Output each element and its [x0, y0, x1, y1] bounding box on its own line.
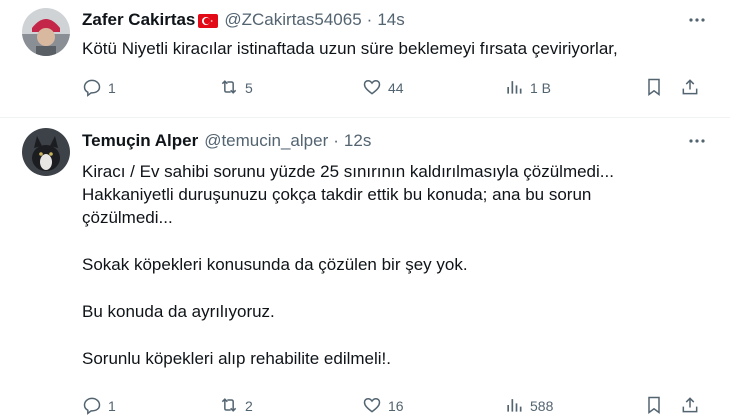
- reply-icon: [82, 77, 102, 100]
- action-bar: 1 5 44 1 B: [82, 77, 702, 99]
- tweet-text: Kiracı / Ev sahibi sorunu yüzde 25 sınır…: [82, 160, 614, 370]
- heart-icon: [362, 395, 382, 418]
- tweet-text-line: Sokak köpekleri konusunda da çözülen bir…: [82, 255, 468, 274]
- tweet-header: Temuçin Alper @temucin_alper · 12s: [82, 130, 371, 152]
- like-button[interactable]: 44: [362, 77, 404, 99]
- share-button[interactable]: [680, 395, 700, 417]
- views-chart-icon: [504, 395, 524, 418]
- reply-icon: [82, 395, 102, 418]
- bookmark-icon: [644, 395, 664, 418]
- share-button[interactable]: [680, 77, 700, 99]
- tweet-card[interactable]: Temuçin Alper @temucin_alper · 12s Kirac…: [0, 118, 730, 420]
- bookmark-button[interactable]: [644, 395, 664, 417]
- repost-button[interactable]: 5: [219, 77, 253, 99]
- bookmark-button[interactable]: [644, 77, 664, 99]
- like-count: 44: [388, 80, 404, 96]
- tweet-text-line: çözülmedi...: [82, 208, 173, 227]
- repost-icon: [219, 395, 239, 418]
- views-count: 588: [530, 398, 554, 414]
- turkey-flag-icon: [198, 13, 219, 28]
- bookmark-icon: [644, 77, 664, 100]
- tweet-text-line: Hakkaniyetli duruşunuzu çokça takdir ett…: [82, 185, 592, 204]
- handle[interactable]: @ZCakirtas54065: [224, 10, 361, 30]
- like-count: 16: [388, 398, 404, 414]
- tweet-text-line: Kiracı / Ev sahibi sorunu yüzde 25 sınır…: [82, 162, 614, 181]
- reply-button[interactable]: 1: [82, 77, 116, 99]
- like-button[interactable]: 16: [362, 395, 404, 417]
- tweet-text: Kötü Niyetli kiracılar istinaftada uzun …: [82, 37, 618, 60]
- timestamp[interactable]: 12s: [344, 131, 371, 151]
- views-count: 1 B: [530, 80, 552, 96]
- views-button[interactable]: 1 B: [504, 77, 551, 99]
- action-bar: 1 2 16 588: [82, 395, 702, 417]
- tweet-text-line: Sorunlu köpekleri alıp rehabilite edilme…: [82, 349, 391, 368]
- repost-count: 5: [245, 80, 253, 96]
- views-chart-icon: [504, 77, 524, 100]
- reply-count: 1: [108, 398, 116, 414]
- views-button[interactable]: 588: [504, 395, 553, 417]
- reply-button[interactable]: 1: [82, 395, 116, 417]
- handle[interactable]: @temucin_alper: [204, 131, 328, 151]
- share-icon: [680, 77, 700, 100]
- repost-count: 2: [245, 398, 253, 414]
- display-name[interactable]: Zafer Cakirtas: [82, 10, 195, 30]
- separator-dot: ·: [333, 131, 339, 150]
- tweet-text-line: Kötü Niyetli kiracılar istinaftada uzun …: [82, 39, 618, 58]
- tweet-card[interactable]: Zafer Cakirtas @ZCakirtas54065 · 14s Köt…: [0, 0, 730, 118]
- repost-icon: [219, 77, 239, 100]
- more-options-icon[interactable]: [686, 9, 708, 31]
- reply-count: 1: [108, 80, 116, 96]
- heart-icon: [362, 77, 382, 100]
- share-icon: [680, 395, 700, 418]
- avatar[interactable]: [22, 128, 70, 176]
- timestamp[interactable]: 14s: [377, 10, 404, 30]
- more-options-icon[interactable]: [686, 130, 708, 152]
- avatar[interactable]: [22, 8, 70, 56]
- separator-dot: ·: [366, 10, 373, 29]
- tweet-text-line: Bu konuda da ayrılıyoruz.: [82, 302, 275, 321]
- display-name[interactable]: Temuçin Alper: [82, 131, 198, 151]
- tweet-header: Zafer Cakirtas @ZCakirtas54065 · 14s: [82, 9, 405, 31]
- repost-button[interactable]: 2: [219, 395, 253, 417]
